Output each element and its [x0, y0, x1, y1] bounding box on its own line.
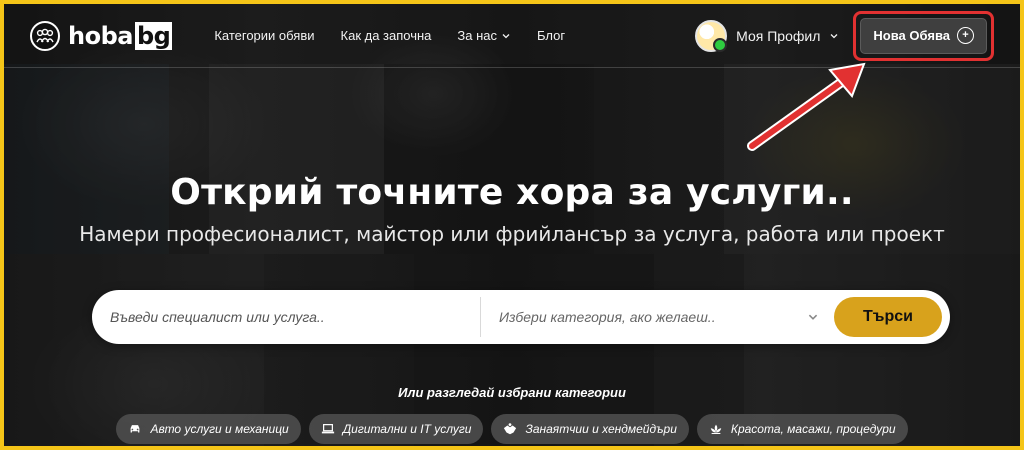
hero-subline: Намери професионалист, майстор или фрийл… — [79, 222, 945, 246]
category-select[interactable]: Избери категория, ако желаеш.. — [499, 309, 819, 325]
search-button[interactable]: Търси — [834, 297, 942, 337]
profile-label: Моя Профил — [736, 27, 821, 44]
nav-how-to-start-label: Как да започна — [340, 28, 432, 43]
search-divider — [480, 297, 481, 337]
logo-wordmark-tag: bg — [134, 21, 173, 50]
chevron-down-icon — [808, 314, 818, 320]
site-logo[interactable]: hoba bg — [30, 20, 173, 51]
category-pill-digital[interactable]: Дигитални и IT услуги — [308, 414, 484, 444]
page-frame: hoba bg Категории обяви Как да започна За… — [0, 0, 1024, 450]
search-bar: Избери категория, ако желаеш.. Търси — [92, 290, 950, 344]
category-pill-auto[interactable]: Авто услуги и механици — [116, 414, 301, 444]
new-ad-label: Нова Обява — [873, 28, 950, 43]
lotus-icon — [710, 424, 722, 434]
category-select-placeholder: Избери категория, ако желаеш.. — [499, 309, 716, 325]
nav-how-to-start[interactable]: Как да започна — [341, 28, 432, 43]
new-ad-button[interactable]: Нова Обява + — [860, 17, 987, 54]
nav-blog[interactable]: Блог — [537, 28, 565, 43]
search-input[interactable] — [108, 308, 472, 326]
category-pill-crafts[interactable]: Занаятчии и хендмейдъри — [491, 414, 689, 444]
avatar — [695, 19, 728, 52]
category-pill-label: Красота, масажи, процедури — [730, 422, 896, 436]
category-pill-label: Дигитални и IT услуги — [342, 422, 472, 436]
nav-categories-label: Категории обяви — [214, 28, 315, 43]
car-icon — [131, 425, 140, 433]
featured-categories-heading: Или разгледай избрани категории — [398, 385, 626, 400]
chevron-down-icon — [830, 33, 838, 38]
nav-categories[interactable]: Категории обяви — [214, 28, 314, 43]
category-pill-label: Авто услуги и механици — [150, 422, 289, 436]
category-pill-beauty[interactable]: Красота, масажи, процедури — [696, 414, 908, 444]
chevron-down-icon — [502, 33, 510, 38]
main-nav: Категории обяви Как да започна За нас Бл… — [214, 28, 565, 43]
hero-headline: Открий точните хора за услуги.. — [170, 172, 854, 213]
logo-wordmark: hoba bg — [68, 21, 173, 50]
category-pill-label: Занаятчии и хендмейдъри — [525, 422, 677, 436]
nav-about-label: За нас — [457, 28, 498, 43]
handshake-icon — [504, 423, 517, 435]
plus-circle-icon: + — [957, 27, 974, 44]
laptop-icon — [321, 424, 334, 434]
people-icon — [30, 20, 60, 51]
nav-about[interactable]: За нас — [457, 28, 511, 43]
featured-categories: Авто услуги и механици Дигитални и IT ус… — [4, 414, 1020, 444]
new-ad-highlight: Нова Обява + — [853, 10, 994, 61]
annotation-arrow — [747, 62, 866, 151]
profile-menu[interactable]: Моя Профил — [695, 19, 839, 52]
logo-wordmark-main: hoba — [68, 21, 133, 50]
nav-blog-label: Блог — [537, 28, 566, 43]
